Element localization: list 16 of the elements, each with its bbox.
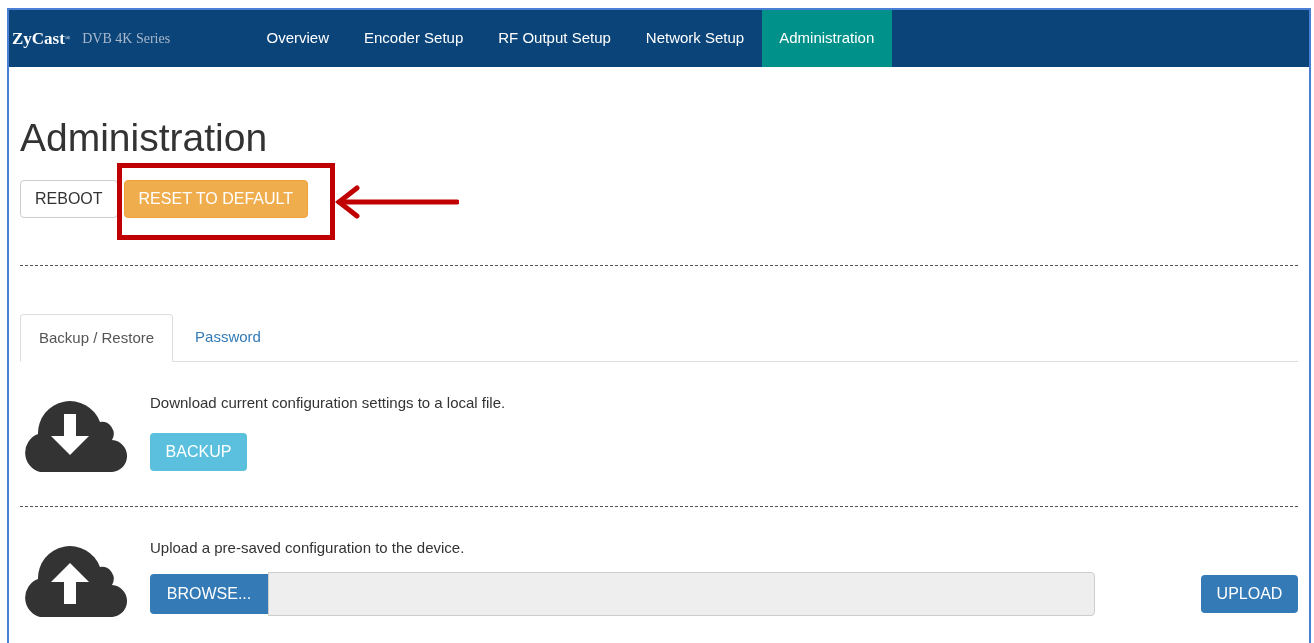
- backup-description: Download current configuration settings to a local file.: [150, 393, 506, 413]
- nav-tab[interactable]: Overview: [249, 10, 347, 67]
- upload-button[interactable]: UPLOAD: [1201, 574, 1298, 613]
- tab[interactable]: Password: [177, 314, 279, 361]
- nav-tab[interactable]: Network Setup: [628, 10, 762, 67]
- reboot-button[interactable]: REBOOT: [20, 180, 118, 218]
- brand-subtitle: DVB 4K Series: [82, 30, 171, 48]
- restore-description: Upload a pre-saved configuration to the device.: [150, 538, 466, 558]
- brand-logo: ZyCast$^{®}$: [12, 27, 71, 50]
- tab[interactable]: Backup / Restore: [20, 314, 174, 362]
- nav-tab[interactable]: RF Output Setup: [480, 10, 629, 67]
- browse-button[interactable]: BROWSE...: [150, 573, 268, 614]
- nav-tab[interactable]: Encoder Setup: [346, 10, 481, 67]
- nav-tab[interactable]: Administration: [761, 10, 892, 67]
- page-title: Administration: [20, 115, 269, 161]
- file-name-field[interactable]: [268, 571, 1095, 616]
